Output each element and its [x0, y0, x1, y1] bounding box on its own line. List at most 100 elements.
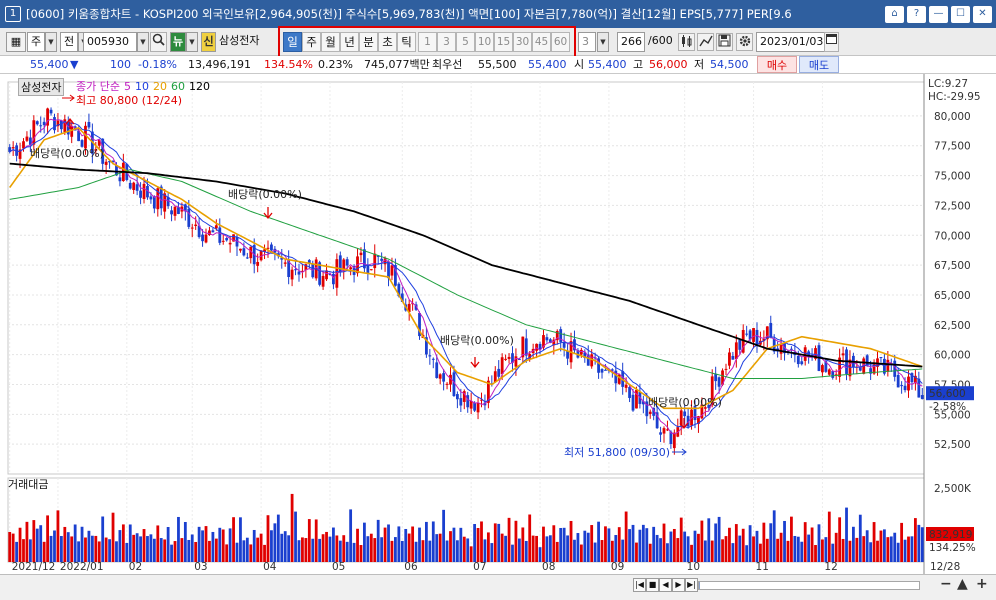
volume-bar	[721, 539, 724, 562]
current-change-label: -2.58%	[929, 401, 966, 413]
interval-10-button[interactable]: 10	[475, 32, 494, 52]
chevron-down-icon[interactable]: ▼	[137, 32, 149, 52]
candle-settings-icon[interactable]	[678, 33, 695, 51]
volume-bar	[786, 540, 790, 562]
interval-45-button[interactable]: 45	[532, 32, 551, 52]
chevron-down-icon[interactable]: ▼	[45, 32, 57, 52]
volume-bar	[335, 535, 339, 562]
volume-bar	[225, 544, 229, 562]
chevron-down-icon[interactable]: ▼	[597, 32, 609, 52]
volume-bar	[46, 515, 50, 562]
candle-body	[53, 117, 56, 131]
volume-bar	[841, 538, 845, 562]
period-tick-button[interactable]: 틱	[397, 32, 416, 52]
volume-bar	[893, 532, 897, 562]
period-week-button[interactable]: 주	[302, 32, 321, 52]
candle-body	[431, 358, 435, 360]
scrollbar[interactable]	[698, 581, 920, 590]
chart-type-icon[interactable]: ▦	[6, 32, 26, 52]
chevron-down-icon[interactable]: ▼	[186, 32, 198, 52]
minimize-icon[interactable]: —	[929, 5, 948, 23]
window-title: [0600] 키움종합차트 - KOSPI200 외국인보유[2,964,905…	[26, 7, 792, 21]
interval-3-button[interactable]: 3	[437, 32, 456, 52]
zoom-minus-icon[interactable]: −	[940, 576, 952, 592]
volume-bar	[177, 516, 180, 562]
volume-bar	[397, 526, 401, 562]
candle-body	[752, 328, 755, 342]
volume-bar	[146, 536, 149, 562]
volume-bar	[28, 539, 32, 562]
candle-body	[221, 240, 225, 242]
candle-body	[369, 269, 373, 271]
volume-bar	[790, 516, 793, 562]
interval-60-button[interactable]: 60	[551, 32, 570, 52]
price-chart[interactable]: 80,000 77,500 75,000 72,500 70,000 67,500 65,0…	[0, 74, 996, 574]
dividend-label: 배당락(0.00%)	[228, 188, 302, 201]
interval-input[interactable]: 3	[578, 32, 596, 52]
trendline-tool-icon[interactable]	[697, 33, 714, 51]
volume-bar	[342, 535, 346, 562]
gear-icon[interactable]	[736, 33, 753, 51]
period-year-button[interactable]: 년	[340, 32, 359, 52]
best-bid: 55,400	[528, 58, 567, 71]
candle-body	[731, 355, 735, 360]
sell-button[interactable]: 매도	[799, 56, 839, 73]
candle-body	[562, 342, 566, 348]
period-minute-button[interactable]: 분	[359, 32, 378, 52]
candle-body	[390, 265, 394, 276]
x-tick-label: 11	[756, 561, 769, 573]
candle-body	[827, 369, 831, 375]
period-day-button[interactable]: 일	[283, 32, 302, 52]
volume-bar	[128, 524, 132, 562]
help-icon[interactable]: ?	[907, 5, 926, 23]
search-icon[interactable]	[150, 32, 167, 52]
candle-body	[266, 247, 270, 249]
scroll-end-icon[interactable]: ▶|	[685, 578, 698, 592]
period-second-button[interactable]: 초	[378, 32, 397, 52]
stock-code-input[interactable]: 005930	[83, 32, 137, 52]
volume-bar	[173, 541, 177, 562]
new-tag[interactable]: 신	[201, 32, 216, 52]
maximize-icon[interactable]: ☐	[951, 5, 970, 23]
save-icon[interactable]	[716, 33, 733, 51]
volume-bar	[170, 544, 173, 562]
scroll-right-icon[interactable]: ▶	[672, 578, 685, 592]
x-tick-label: 09	[611, 561, 624, 573]
interval-1-button[interactable]: 1	[418, 32, 437, 52]
stop-icon[interactable]: ■	[646, 578, 659, 592]
news-button[interactable]: 뉴	[170, 32, 186, 52]
interval-15-button[interactable]: 15	[494, 32, 513, 52]
volume-bar	[394, 537, 397, 562]
data-count-input[interactable]: 266	[617, 32, 645, 52]
home-icon[interactable]: ⌂	[885, 5, 904, 23]
close-icon[interactable]: ✕	[973, 5, 992, 23]
calendar-icon[interactable]	[824, 32, 839, 52]
period-month-button[interactable]: 월	[321, 32, 340, 52]
volume-bar	[486, 532, 490, 562]
volume-bar	[283, 531, 287, 562]
whole-select[interactable]: 전	[60, 32, 78, 52]
scroll-left-icon[interactable]: ◀	[659, 578, 672, 592]
chart-area[interactable]: 80,000 77,500 75,000 72,500 70,000 67,500 65,0…	[0, 74, 996, 600]
date-input[interactable]: 2023/01/03	[756, 32, 826, 52]
volume-bar	[569, 520, 573, 562]
candle-body	[11, 147, 15, 149]
min-price-label: 최저 51,800 (09/30)	[564, 446, 670, 459]
zoom-plus-icon[interactable]: +	[976, 576, 988, 592]
interval-30-button[interactable]: 30	[513, 32, 532, 52]
volume-bar	[666, 543, 669, 562]
zoom-reset-icon[interactable]: ▲	[957, 576, 968, 592]
period-type-select[interactable]: 주	[27, 32, 45, 52]
volume-bar	[414, 541, 418, 562]
buy-button[interactable]: 매수	[757, 56, 797, 73]
volume-bar	[387, 524, 390, 562]
candle-body	[672, 432, 676, 449]
interval-5-button[interactable]: 5	[456, 32, 475, 52]
volume-axis-label: 2,500K	[934, 483, 972, 495]
volume-bar	[734, 524, 738, 562]
scroll-start-icon[interactable]: |◀	[633, 578, 646, 592]
volume-bar	[762, 522, 766, 562]
volume-bar	[535, 535, 538, 562]
volume-bar	[528, 514, 532, 562]
scroll-thumb[interactable]	[699, 582, 700, 589]
